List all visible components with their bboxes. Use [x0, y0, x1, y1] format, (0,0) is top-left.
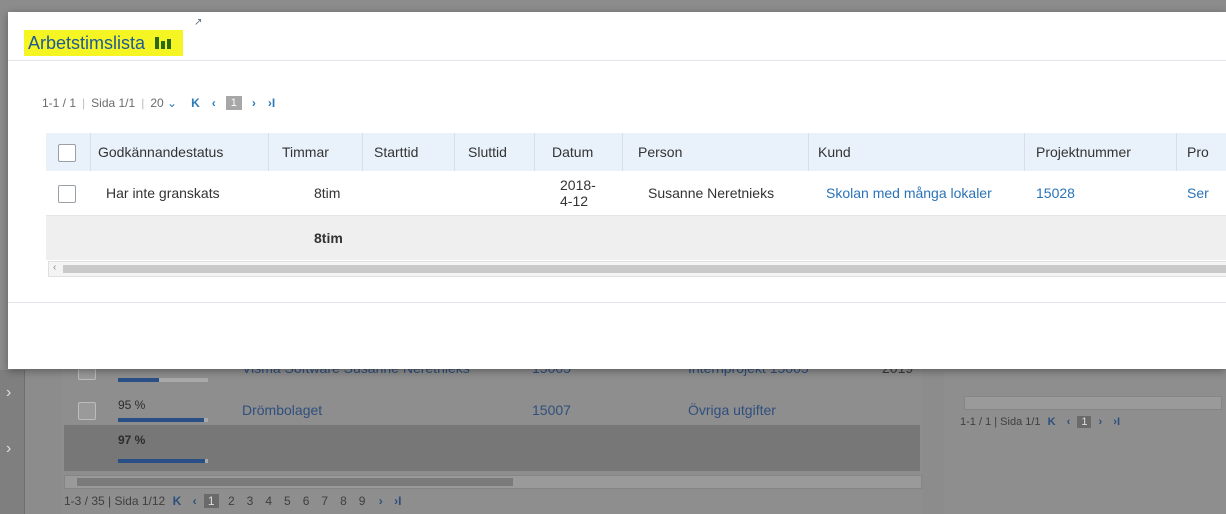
summary-percent: 97 %	[118, 433, 146, 447]
hours-cell: 8tim	[314, 185, 341, 201]
progress-fill	[118, 418, 204, 422]
timesheet-modal: Arbetstimslista ↗ 1-1 / 1 | Sida 1/1 | 2…	[8, 12, 1226, 369]
summary-progress-bar	[118, 459, 208, 463]
page-link[interactable]: 4	[265, 494, 272, 508]
prev-page-icon[interactable]: ‹	[193, 494, 197, 508]
per-page-select[interactable]: 20 ⌄	[150, 96, 177, 110]
status-cell: Har inte granskats	[106, 185, 220, 201]
pager-range: 1-3 / 35	[64, 494, 105, 508]
row-checkbox[interactable]	[58, 185, 76, 203]
scroll-left-icon[interactable]: ‹	[53, 262, 56, 273]
project-number-link[interactable]: 15028	[1036, 185, 1075, 201]
chevron-right-icon[interactable]: ›	[6, 440, 11, 458]
percent-label: 95 %	[118, 398, 146, 412]
page-link[interactable]: 3	[247, 494, 254, 508]
col-end[interactable]: Sluttid	[468, 144, 507, 160]
background-summary-row: 97 %	[64, 425, 920, 471]
scrollbar-thumb[interactable]	[77, 478, 513, 486]
scrollbar-thumb[interactable]	[63, 265, 1226, 273]
col-project-number[interactable]: Projektnummer	[1036, 144, 1131, 160]
table-row[interactable]: Har inte granskats 8tim 2018-4-12 Susann…	[46, 171, 1226, 216]
page-link[interactable]: 9	[359, 494, 366, 508]
next-page-icon[interactable]: ›	[1099, 416, 1103, 428]
pager-range: 1-1 / 1	[42, 96, 77, 110]
next-page-icon[interactable]: ›	[252, 96, 256, 110]
left-nav: › ›	[0, 370, 25, 514]
list-item: 95 % Drömbolaget 15007 Övriga utgifter	[62, 392, 922, 428]
page-current[interactable]: 1	[225, 96, 242, 110]
chevron-down-icon: ⌄	[167, 96, 178, 110]
background-pager: 1-3 / 35 | Sida 1/12 K ‹ 1 23456789 › ›I	[64, 494, 402, 508]
total-hours: 8tim	[314, 230, 343, 246]
prev-page-icon[interactable]: ‹	[212, 96, 216, 110]
pager-page: Sida 1/1	[1000, 416, 1041, 428]
select-all-checkbox[interactable]	[58, 144, 76, 162]
table-header: Godkännandestatus Timmar Starttid Slutti…	[46, 133, 1226, 171]
next-page-icon[interactable]: ›	[379, 494, 383, 508]
progress-bar	[118, 418, 208, 422]
page-link[interactable]: 6	[303, 494, 310, 508]
pager-range: 1-1 / 1	[960, 416, 992, 428]
project-link[interactable]: Övriga utgifter	[688, 402, 776, 418]
horizontal-scrollbar[interactable]: ‹	[48, 261, 1226, 277]
background-side-panel: 1-1 / 1 | Sida 1/1 K ‹ 1 › ›I	[944, 370, 1226, 514]
customer-link[interactable]: Skolan med många lokaler	[826, 185, 992, 201]
last-page-icon[interactable]: ›I	[268, 96, 275, 110]
modal-title: Arbetstimslista	[28, 32, 146, 53]
project-link[interactable]: Ser	[1187, 185, 1209, 201]
progress-bar	[118, 378, 208, 382]
first-page-icon[interactable]: K	[1048, 416, 1056, 428]
col-customer[interactable]: Kund	[818, 144, 851, 160]
side-pager: 1-1 / 1 | Sida 1/1 K ‹ 1 › ›I	[960, 416, 1121, 428]
first-page-icon[interactable]: K	[173, 494, 182, 508]
modal-header: Arbetstimslista ↗	[8, 12, 1226, 61]
progress-fill	[118, 378, 159, 382]
col-project[interactable]: Pro	[1187, 144, 1209, 160]
page-current[interactable]: 1	[1077, 416, 1092, 428]
last-page-icon[interactable]: ›I	[394, 494, 401, 508]
col-hours[interactable]: Timmar	[282, 144, 329, 160]
col-person[interactable]: Person	[638, 144, 682, 160]
pager-page: Sida 1/12	[114, 494, 166, 508]
page-current[interactable]: 1	[203, 494, 219, 508]
progress-fill	[118, 459, 206, 463]
external-link-icon[interactable]: ↗	[194, 18, 204, 28]
per-page-value: 20	[150, 96, 164, 110]
customer-link[interactable]: Drömbolaget	[242, 402, 322, 418]
col-status[interactable]: Godkännandestatus	[98, 144, 223, 160]
prev-page-icon[interactable]: ‹	[1067, 416, 1071, 428]
pagination: 1-1 / 1 | Sida 1/1 | 20 ⌄ K ‹ 1 › ›I	[42, 96, 276, 110]
page-link[interactable]: 2	[228, 494, 235, 508]
chevron-right-icon[interactable]: ›	[6, 384, 11, 402]
last-page-icon[interactable]: ›I	[1113, 416, 1120, 428]
side-horizontal-scrollbar[interactable]	[964, 396, 1222, 410]
row-checkbox[interactable]	[78, 402, 96, 420]
person-cell: Susanne Neretnieks	[648, 185, 775, 201]
col-date[interactable]: Datum	[552, 144, 593, 160]
project-number[interactable]: 15007	[532, 402, 571, 418]
background-horizontal-scrollbar[interactable]	[64, 475, 922, 489]
title-highlight: Arbetstimslista	[24, 30, 184, 56]
bar-chart-icon[interactable]	[155, 37, 177, 49]
page-link[interactable]: 7	[321, 494, 328, 508]
first-page-icon[interactable]: K	[191, 96, 200, 110]
pager-page: Sida 1/1	[91, 96, 136, 110]
page-link[interactable]: 8	[340, 494, 347, 508]
footer-divider	[8, 302, 1226, 303]
page-list: 23456789	[222, 494, 372, 508]
col-start[interactable]: Starttid	[374, 144, 418, 160]
date-cell: 2018-4-12	[560, 177, 596, 209]
page-link[interactable]: 5	[284, 494, 291, 508]
summary-row: 8tim	[46, 216, 1226, 260]
